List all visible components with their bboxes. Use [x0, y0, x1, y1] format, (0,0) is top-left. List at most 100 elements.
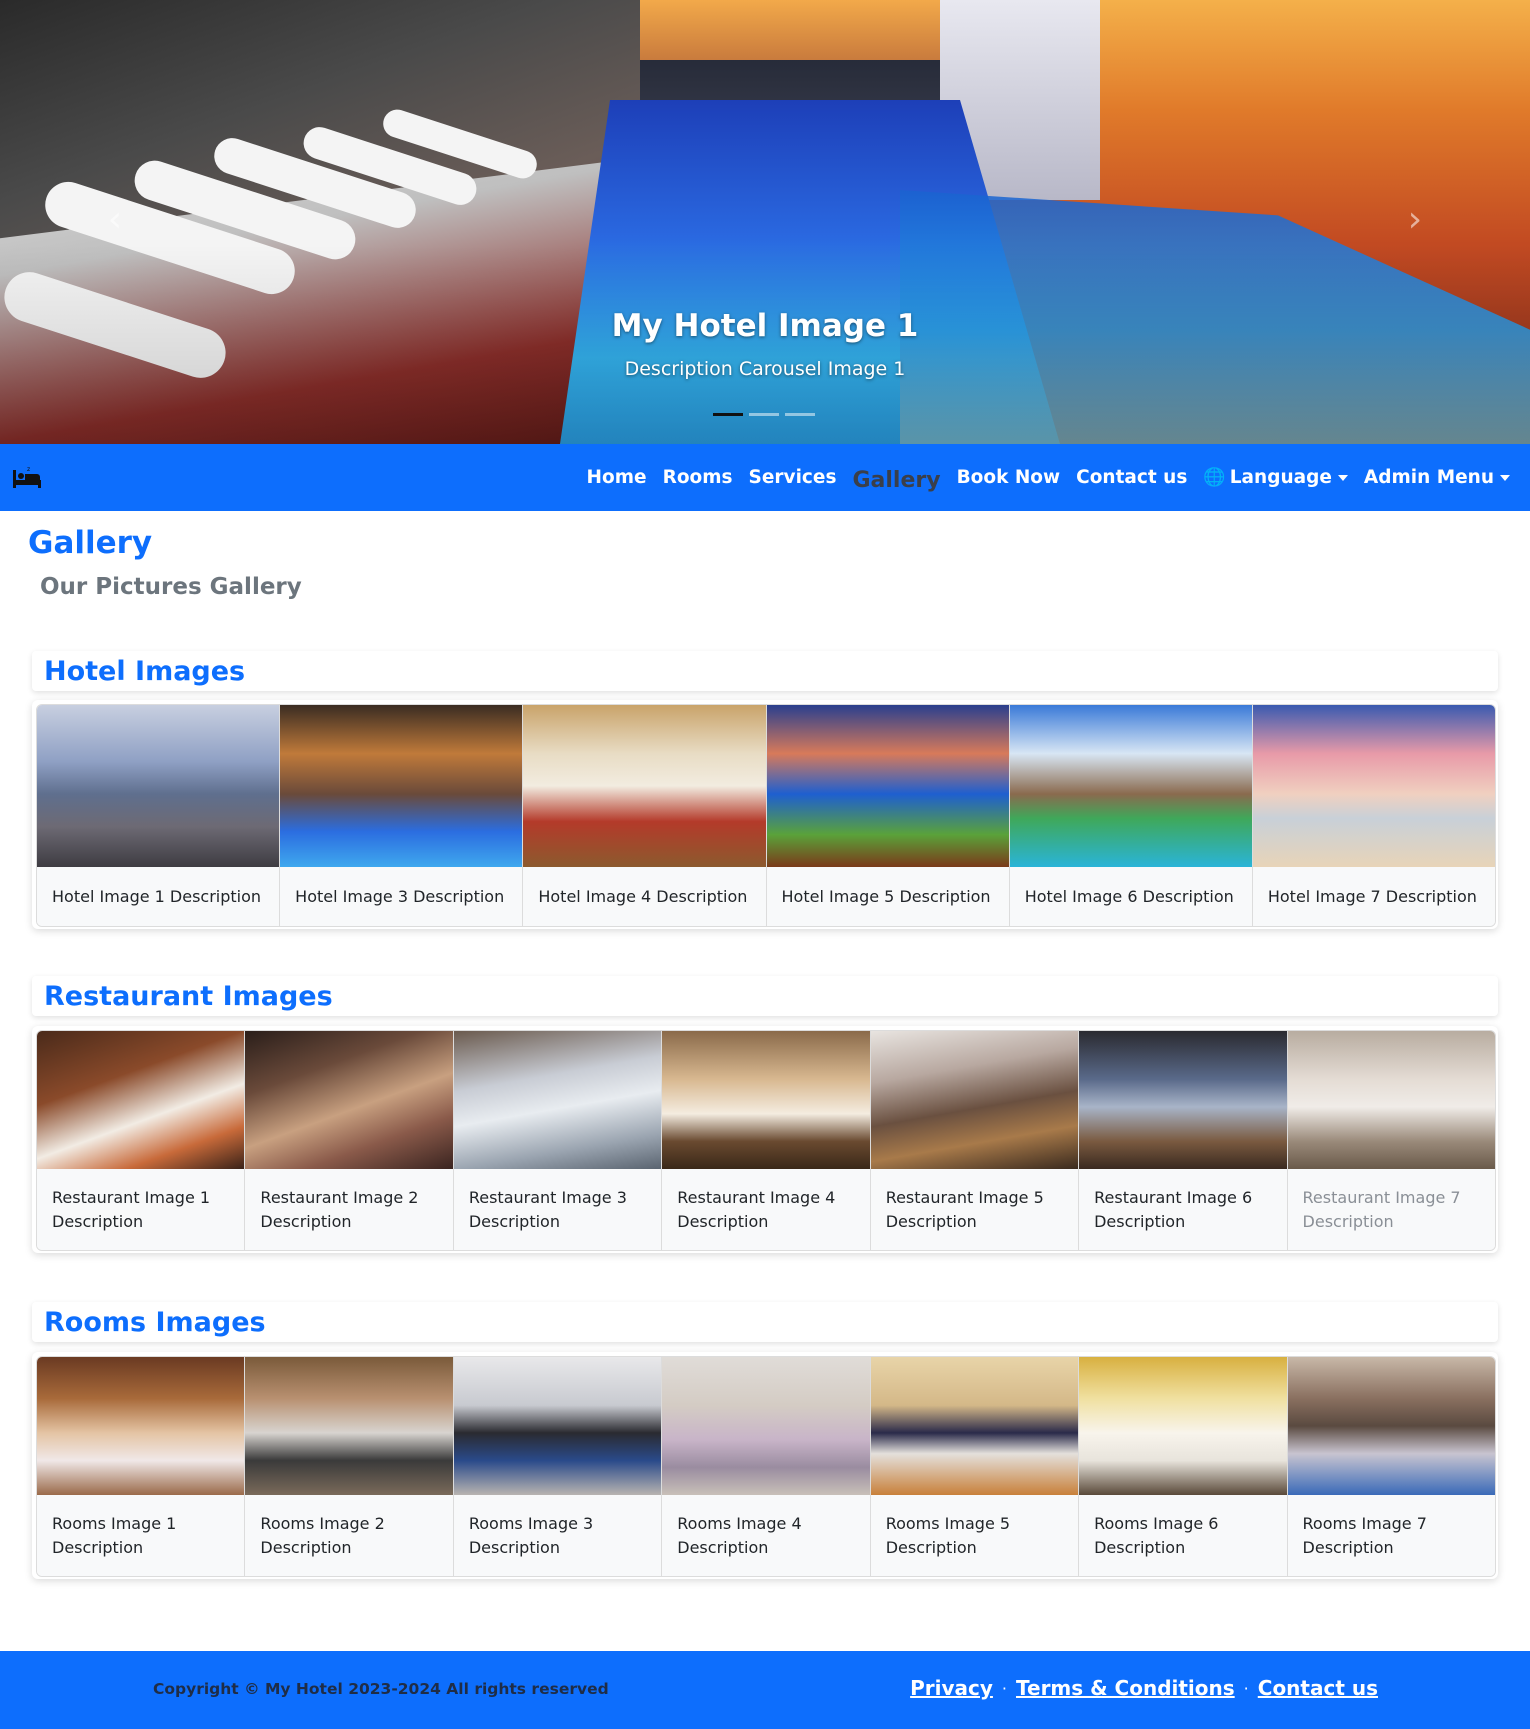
restaurant-image-caption: Restaurant Image 6 Description — [1079, 1169, 1287, 1250]
hotel-image-card[interactable]: Hotel Image 5 Description — [766, 705, 1010, 926]
hotel-bed-icon[interactable]: z — [12, 464, 42, 490]
rooms-image-caption: Rooms Image 4 Description — [662, 1495, 870, 1576]
hotel-image-5 — [766, 705, 1009, 867]
hotel-image-1 — [37, 705, 280, 867]
rooms-image-caption: Rooms Image 1 Description — [37, 1495, 245, 1576]
restaurant-image-caption: Restaurant Image 4 Description — [662, 1169, 870, 1250]
carousel-next-button[interactable]: › — [1395, 200, 1435, 240]
restaurant-images-title: Restaurant Images — [44, 981, 333, 1012]
svg-text:z: z — [27, 466, 30, 473]
rooms-image-card[interactable]: Rooms Image 4 Description — [662, 1357, 871, 1576]
carousel-description: Description Carousel Image 1 — [624, 358, 906, 380]
rooms-image-3 — [453, 1357, 662, 1495]
hotel-image-caption: Hotel Image 3 Description — [280, 867, 523, 926]
footer-contact-link[interactable]: Contact us — [1258, 1676, 1378, 1700]
restaurant-image-caption: Restaurant Image 5 Description — [870, 1169, 1079, 1250]
restaurant-image-caption: Restaurant Image 3 Description — [453, 1169, 662, 1250]
rooms-image-2 — [245, 1357, 453, 1495]
globe-icon: 🌐 — [1203, 467, 1226, 488]
hotel-images-title: Hotel Images — [44, 656, 246, 687]
hotel-image-7 — [1252, 705, 1495, 867]
restaurant-image-1 — [37, 1031, 245, 1169]
rooms-image-card[interactable]: Rooms Image 5 Description — [870, 1357, 1080, 1576]
restaurant-image-card[interactable]: Restaurant Image 6 Description — [1079, 1031, 1288, 1250]
nav-language-label: Language — [1229, 467, 1332, 488]
hotel-image-3 — [280, 705, 523, 867]
caret-down-icon — [1500, 475, 1510, 481]
nav-rooms[interactable]: Rooms — [663, 467, 733, 488]
restaurant-image-caption: Restaurant Image 2 Description — [245, 1169, 453, 1250]
footer-terms-link[interactable]: Terms & Conditions — [1016, 1676, 1235, 1700]
carousel-caption: My Hotel Image 1 Description Carousel Im… — [0, 308, 1530, 380]
rooms-image-5 — [870, 1357, 1079, 1495]
carousel-indicator-2[interactable] — [749, 413, 779, 416]
restaurant-image-card[interactable]: Restaurant Image 2 Description — [245, 1031, 454, 1250]
hotel-image-card[interactable]: Hotel Image 4 Description — [523, 705, 767, 926]
hotel-image-caption: Hotel Image 6 Description — [1009, 867, 1252, 926]
carousel-indicator-3[interactable] — [785, 413, 815, 416]
rooms-image-7 — [1287, 1357, 1495, 1495]
carousel-indicator-1[interactable] — [713, 413, 743, 416]
restaurant-image-4 — [662, 1031, 870, 1169]
carousel-indicators — [713, 413, 815, 416]
hotel-images-strip: Hotel Image 1 Description Hotel Image 3 … — [32, 700, 1498, 929]
nav-home[interactable]: Home — [587, 467, 647, 488]
rooms-image-card[interactable]: Rooms Image 6 Description — [1079, 1357, 1288, 1576]
footer-privacy-link[interactable]: Privacy — [910, 1676, 993, 1700]
restaurant-image-card[interactable]: Restaurant Image 4 Description — [662, 1031, 871, 1250]
carousel-prev-button[interactable]: ‹ — [95, 200, 135, 240]
restaurant-image-3 — [453, 1031, 662, 1169]
hotel-images-header: Hotel Images — [32, 651, 1498, 691]
rooms-image-card[interactable]: Rooms Image 7 Description — [1287, 1357, 1495, 1576]
rooms-image-caption: Rooms Image 7 Description — [1287, 1495, 1495, 1576]
rooms-image-4 — [662, 1357, 870, 1495]
nav-admin-menu-label: Admin Menu — [1363, 467, 1494, 488]
nav-contact-us[interactable]: Contact us — [1076, 467, 1187, 488]
restaurant-image-caption: Restaurant Image 7 Description — [1287, 1169, 1495, 1250]
rooms-image-card[interactable]: Rooms Image 2 Description — [245, 1357, 454, 1576]
restaurant-image-7 — [1287, 1031, 1495, 1169]
caret-down-icon — [1337, 475, 1348, 481]
restaurant-image-card[interactable]: Restaurant Image 3 Description — [453, 1031, 663, 1250]
rooms-image-caption: Rooms Image 6 Description — [1079, 1495, 1287, 1576]
footer-separator: · — [1001, 1678, 1008, 1698]
nav-book-now[interactable]: Book Now — [957, 467, 1061, 488]
restaurant-image-5 — [870, 1031, 1079, 1169]
page-subtitle: Our Pictures Gallery — [40, 574, 302, 600]
restaurant-images-strip: Restaurant Image 1 Description Restauran… — [32, 1026, 1498, 1253]
nav-services[interactable]: Services — [749, 467, 837, 488]
rooms-image-caption: Rooms Image 5 Description — [870, 1495, 1079, 1576]
restaurant-image-card[interactable]: Restaurant Image 5 Description — [870, 1031, 1080, 1250]
rooms-images-title: Rooms Images — [44, 1307, 266, 1338]
hotel-image-4 — [523, 705, 766, 867]
restaurant-image-caption: Restaurant Image 1 Description — [37, 1169, 245, 1250]
restaurant-image-card[interactable]: Restaurant Image 7 Description — [1287, 1031, 1495, 1250]
nav-gallery[interactable]: Gallery — [852, 468, 940, 493]
restaurant-images-header: Restaurant Images — [32, 976, 1498, 1016]
restaurant-image-6 — [1079, 1031, 1287, 1169]
restaurant-image-2 — [245, 1031, 453, 1169]
rooms-images-header: Rooms Images — [32, 1302, 1498, 1342]
hotel-image-card[interactable]: Hotel Image 3 Description — [280, 705, 524, 926]
hotel-image-card[interactable]: Hotel Image 6 Description — [1009, 705, 1253, 926]
rooms-image-caption: Rooms Image 2 Description — [245, 1495, 453, 1576]
restaurant-image-card[interactable]: Restaurant Image 1 Description — [37, 1031, 246, 1250]
nav-language-dropdown[interactable]: 🌐 Language — [1203, 467, 1348, 488]
hero-carousel: ‹ › My Hotel Image 1 Description Carouse… — [0, 0, 1530, 444]
hotel-image-caption: Hotel Image 7 Description — [1252, 867, 1495, 926]
hotel-image-6 — [1009, 705, 1252, 867]
chevron-left-icon: ‹ — [107, 199, 123, 240]
footer-links: Privacy · Terms & Conditions · Contact u… — [910, 1676, 1378, 1700]
rooms-image-card[interactable]: Rooms Image 3 Description — [453, 1357, 663, 1576]
hotel-image-caption: Hotel Image 4 Description — [523, 867, 766, 926]
footer: Copyright © My Hotel 2023-2024 All right… — [0, 1651, 1530, 1729]
rooms-image-card[interactable]: Rooms Image 1 Description — [37, 1357, 246, 1576]
nav-admin-menu-dropdown[interactable]: Admin Menu — [1364, 467, 1510, 488]
hotel-image-card[interactable]: Hotel Image 1 Description — [37, 705, 281, 926]
rooms-images-strip: Rooms Image 1 Description Rooms Image 2 … — [32, 1352, 1498, 1579]
carousel-title: My Hotel Image 1 — [611, 308, 919, 344]
hotel-image-card[interactable]: Hotel Image 7 Description — [1252, 705, 1495, 926]
hotel-image-caption: Hotel Image 1 Description — [37, 867, 280, 926]
rooms-image-1 — [37, 1357, 245, 1495]
rooms-image-caption: Rooms Image 3 Description — [453, 1495, 662, 1576]
